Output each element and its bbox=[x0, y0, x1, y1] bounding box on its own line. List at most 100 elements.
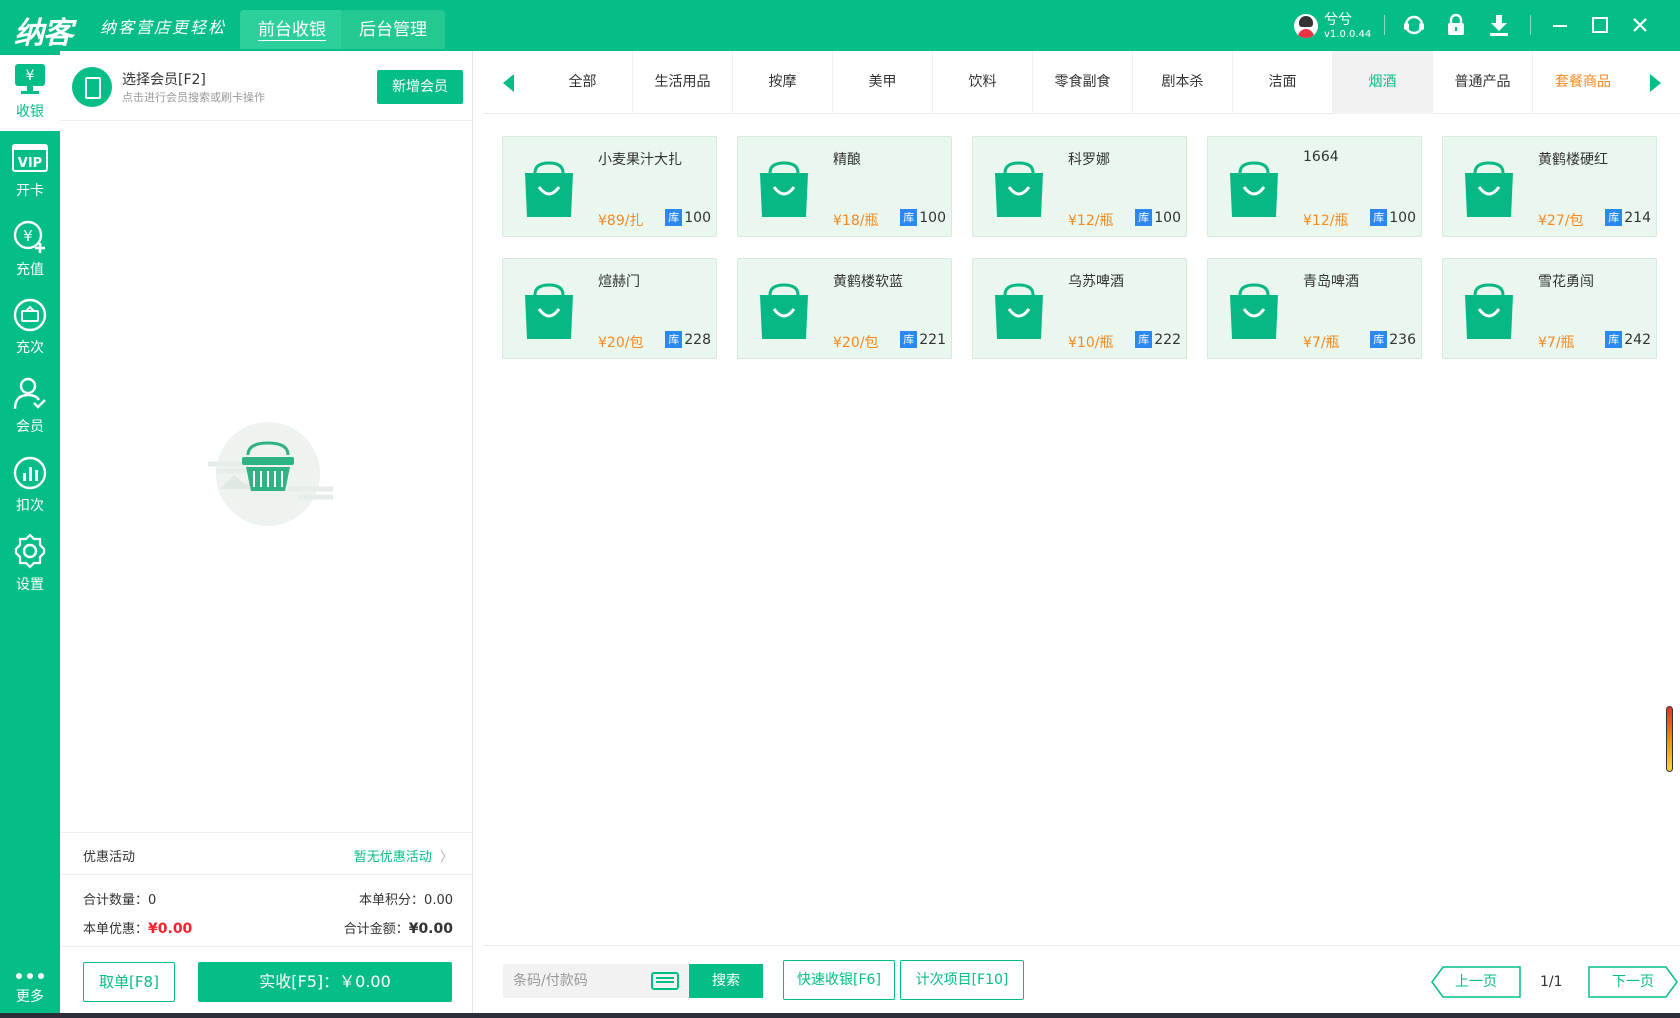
count-items-button[interactable]: 计次项目[F10] bbox=[900, 960, 1024, 1000]
product-card[interactable]: 乌苏啤酒 ¥10/瓶 库 222 bbox=[972, 258, 1187, 359]
bottom-toolbar: 搜索 快速收银[F6] 计次项目[F10] 上一页 1/1 下一页 bbox=[483, 945, 1680, 1013]
promotion-row[interactable]: 优惠活动 暂无优惠活动 〉 bbox=[60, 832, 473, 875]
search-button[interactable]: 搜索 bbox=[689, 964, 763, 998]
order-discount: 本单优惠：¥0.00 bbox=[83, 918, 192, 937]
category-tab[interactable]: 洁面 bbox=[1233, 51, 1333, 114]
order-points: 本单积分：0.00 bbox=[359, 893, 453, 908]
cancel-order-button[interactable]: 取单[F8] bbox=[83, 962, 175, 1002]
add-member-button[interactable]: 新增会员 bbox=[377, 70, 463, 104]
tab-backend-admin[interactable]: 后台管理 bbox=[341, 10, 445, 49]
stock-count: 100 bbox=[1154, 210, 1181, 226]
sidebar-item-open-card[interactable]: VIP 开卡 bbox=[0, 134, 60, 210]
download-icon[interactable] bbox=[1487, 13, 1511, 37]
sidebar-item-cashier[interactable]: ¥ 收银 bbox=[0, 55, 60, 131]
empty-basket-icon bbox=[208, 422, 333, 526]
category-tab[interactable]: 套餐商品 bbox=[1533, 51, 1633, 114]
sidebar-item-member[interactable]: 会员 bbox=[0, 370, 60, 446]
sidebar-item-label: 充值 bbox=[16, 262, 44, 278]
shopping-bag-icon bbox=[1226, 159, 1282, 219]
prev-page-label: 上一页 bbox=[1455, 974, 1497, 990]
sidebar-item-deduct-times[interactable]: 扣次 bbox=[0, 449, 60, 525]
sidebar-item-more[interactable]: 更多 bbox=[0, 964, 60, 1012]
product-name: 乌苏啤酒 bbox=[1068, 274, 1124, 290]
product-name: 雪花勇闯 bbox=[1538, 274, 1594, 290]
shopping-bag-icon bbox=[1461, 281, 1517, 341]
shopping-bag-icon bbox=[991, 159, 1047, 219]
order-summary: 合计数量：0 本单积分：0.00 本单优惠：¥0.00 合计金额：¥0.00 bbox=[60, 877, 473, 947]
sidebar-item-recharge-times[interactable]: 充次 bbox=[0, 291, 60, 367]
member-select-bar[interactable]: 选择会员[F2] 点击进行会员搜索或刷卡操作 新增会员 bbox=[60, 51, 473, 121]
promotion-value: 暂无优惠活动 〉 bbox=[354, 846, 453, 865]
category-next-arrow-icon[interactable] bbox=[1630, 51, 1680, 114]
product-card[interactable]: 黄鹤楼硬红 ¥27/包 库 214 bbox=[1442, 136, 1657, 237]
stock-tag: 库 bbox=[1605, 331, 1623, 348]
stock-tag: 库 bbox=[665, 209, 683, 226]
category-tab[interactable]: 剧本杀 bbox=[1133, 51, 1233, 114]
keyboard-icon[interactable] bbox=[651, 972, 679, 990]
product-card[interactable]: 黄鹤楼软蓝 ¥20/包 库 221 bbox=[737, 258, 952, 359]
prev-page-button[interactable]: 上一页 bbox=[1431, 966, 1521, 998]
product-card[interactable]: 雪花勇闯 ¥7/瓶 库 242 bbox=[1442, 258, 1657, 359]
sidebar-item-label: 充次 bbox=[16, 340, 44, 356]
scrollbar-thumb[interactable] bbox=[1666, 706, 1673, 772]
product-stock: 库 221 bbox=[900, 331, 946, 348]
product-card[interactable]: 青岛啤酒 ¥7/瓶 库 236 bbox=[1207, 258, 1422, 359]
shopping-bag-icon bbox=[1461, 159, 1517, 219]
sidebar-item-label: 扣次 bbox=[16, 498, 44, 514]
stock-tag: 库 bbox=[1605, 209, 1623, 226]
stock-tag: 库 bbox=[1135, 331, 1153, 348]
product-stock: 库 100 bbox=[665, 209, 711, 226]
category-tab[interactable]: 全部 bbox=[533, 51, 633, 114]
category-tab[interactable]: 生活用品 bbox=[633, 51, 733, 114]
product-price: ¥18/瓶 bbox=[833, 213, 879, 229]
product-card[interactable]: 小麦果汁大扎 ¥89/扎 库 100 bbox=[502, 136, 717, 237]
category-tab[interactable]: 烟酒 bbox=[1333, 51, 1433, 114]
sidebar: ¥ 收银 VIP 开卡 ¥ 充值 充次 会员 扣次 设置 更多 bbox=[0, 51, 60, 1013]
shopping-bag-icon bbox=[521, 159, 577, 219]
maximize-icon[interactable] bbox=[1588, 13, 1612, 37]
category-tab[interactable]: 美甲 bbox=[833, 51, 933, 114]
lock-icon[interactable] bbox=[1444, 13, 1468, 37]
promotion-label: 优惠活动 bbox=[83, 850, 136, 865]
product-stock: 库 228 bbox=[665, 331, 711, 348]
category-tab[interactable]: 普通产品 bbox=[1433, 51, 1533, 114]
user-profile[interactable]: 兮兮 v1.0.0.44 bbox=[1294, 9, 1374, 43]
close-icon[interactable] bbox=[1628, 13, 1652, 37]
sidebar-item-label: 收银 bbox=[16, 104, 44, 120]
sidebar-item-label: 设置 bbox=[16, 577, 44, 593]
svg-text:¥: ¥ bbox=[23, 227, 33, 245]
customer-service-icon[interactable] bbox=[1402, 13, 1426, 37]
stock-count: 236 bbox=[1389, 332, 1416, 348]
quick-cashier-button[interactable]: 快速收银[F6] bbox=[783, 960, 895, 1000]
product-stock: 库 214 bbox=[1605, 209, 1651, 226]
product-card[interactable]: 精酿 ¥18/瓶 库 100 bbox=[737, 136, 952, 237]
stock-count: 100 bbox=[1389, 210, 1416, 226]
stock-count: 228 bbox=[684, 332, 711, 348]
promotion-value-text: 暂无优惠活动 bbox=[353, 850, 432, 865]
product-card[interactable]: 煊赫门 ¥20/包 库 228 bbox=[502, 258, 717, 359]
category-tab[interactable]: 饮料 bbox=[933, 51, 1033, 114]
shopping-bag-icon bbox=[1226, 281, 1282, 341]
product-price: ¥89/扎 bbox=[598, 213, 644, 229]
category-tab[interactable]: 零食副食 bbox=[1033, 51, 1133, 114]
product-card[interactable]: 1664 ¥12/瓶 库 100 bbox=[1207, 136, 1422, 237]
shopping-bag-icon bbox=[991, 281, 1047, 341]
product-name: 1664 bbox=[1303, 149, 1339, 165]
product-name: 精酿 bbox=[833, 152, 861, 168]
total-amount-label: 合计金额： bbox=[343, 922, 409, 937]
pay-button[interactable]: 实收[F5]：￥0.00 bbox=[198, 962, 452, 1002]
user-name: 兮兮 bbox=[1324, 12, 1352, 28]
minimize-icon[interactable] bbox=[1548, 13, 1572, 37]
chevron-right-icon: 〉 bbox=[435, 850, 453, 865]
stock-tag: 库 bbox=[1370, 331, 1388, 348]
product-price: ¥12/瓶 bbox=[1068, 213, 1114, 229]
sidebar-item-label: 会员 bbox=[16, 419, 44, 435]
category-prev-arrow-icon[interactable] bbox=[483, 51, 533, 114]
next-page-button[interactable]: 下一页 bbox=[1588, 966, 1678, 998]
tab-front-cashier[interactable]: 前台收银 bbox=[240, 10, 344, 49]
sidebar-item-settings[interactable]: 设置 bbox=[0, 528, 60, 604]
category-tab[interactable]: 按摩 bbox=[733, 51, 833, 114]
product-card[interactable]: 科罗娜 ¥12/瓶 库 100 bbox=[972, 136, 1187, 237]
sidebar-item-recharge[interactable]: ¥ 充值 bbox=[0, 213, 60, 289]
product-price: ¥12/瓶 bbox=[1303, 213, 1349, 229]
